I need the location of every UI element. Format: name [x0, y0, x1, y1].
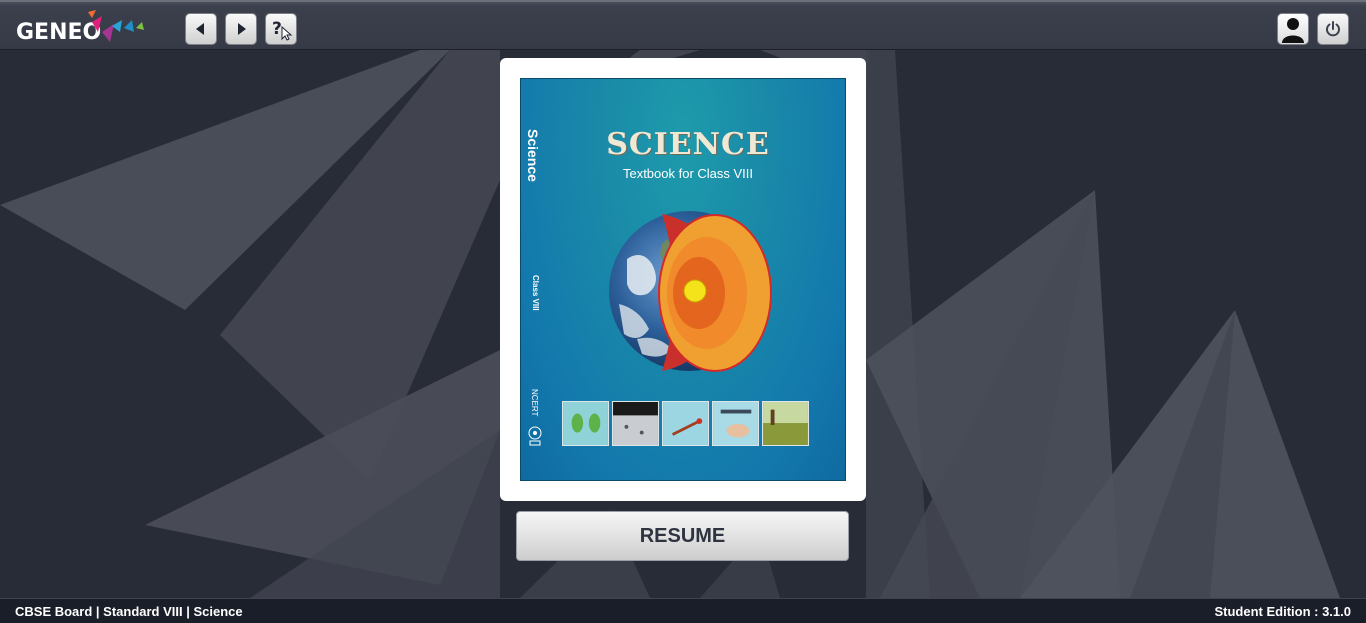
footer-edition: Student Edition : 3.1.0 [1214, 604, 1351, 619]
cover-title: SCIENCE [606, 127, 770, 162]
cover-thumbnails [562, 401, 809, 446]
spine-publisher: NCERT [530, 389, 539, 417]
book-card[interactable]: Science Class VIII NCERT SCIENCE Textboo… [500, 58, 866, 501]
help-cursor-icon: ? [272, 19, 293, 41]
earth-cutaway-image [609, 211, 772, 372]
status-footer: CBSE Board | Standard VIII | Science Stu… [0, 598, 1366, 623]
power-button[interactable] [1317, 13, 1349, 45]
profile-button[interactable] [1277, 13, 1309, 45]
matchstick-thumbnail [662, 401, 709, 446]
power-icon [1326, 21, 1340, 37]
forward-arrow-icon [238, 23, 246, 35]
cover-subtitle: Textbook for Class VIII [622, 166, 754, 181]
user-profile-icon [1282, 18, 1304, 43]
footer-breadcrumb: CBSE Board | Standard VIII | Science [15, 604, 243, 619]
help-button[interactable]: ? [265, 13, 297, 45]
back-button[interactable] [185, 13, 217, 45]
writing-hand-thumbnail [712, 401, 759, 446]
ncert-emblem-icon [528, 426, 542, 446]
top-toolbar: Geneo ? [0, 0, 1366, 50]
field-thumbnail [762, 401, 809, 446]
logo-triangles-icon [88, 10, 144, 42]
spine-class: Class VIII [531, 275, 540, 311]
svg-text:?: ? [272, 19, 282, 39]
edition-version: 3.1.0 [1322, 604, 1351, 619]
book-cover[interactable]: Science Class VIII NCERT SCIENCE Textboo… [520, 78, 846, 481]
resume-button[interactable]: RESUME [516, 511, 849, 561]
geneo-logo: Geneo [14, 10, 154, 46]
forward-button[interactable] [225, 13, 257, 45]
back-arrow-icon [196, 23, 204, 35]
main-area: Science Class VIII NCERT SCIENCE Textboo… [0, 50, 1366, 598]
edition-label: Student Edition : [1214, 604, 1323, 619]
particles-thumbnail [612, 401, 659, 446]
frog-thumbnail [562, 401, 609, 446]
